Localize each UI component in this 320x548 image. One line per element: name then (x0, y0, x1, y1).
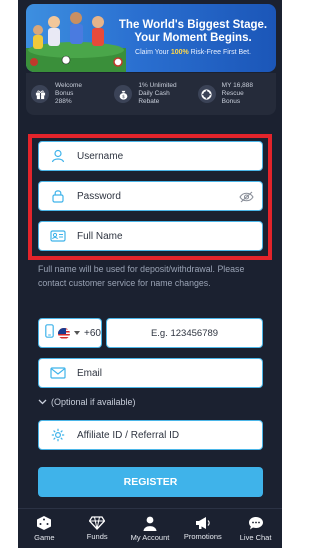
fullname-field[interactable]: Full Name (38, 221, 263, 251)
fullname-placeholder: Full Name (77, 230, 123, 242)
promo-welcome-text: Welcome Bonus 288% (55, 82, 101, 106)
username-field[interactable]: Username (38, 141, 263, 171)
nav-item-funds[interactable]: Funds (71, 509, 124, 548)
promo-welcome-line3: 288% (55, 98, 72, 105)
register-button[interactable]: REGISTER (38, 467, 263, 497)
promo-welcome-bonus[interactable]: Welcome Bonus 288% (26, 73, 109, 115)
user-icon (143, 516, 157, 531)
country-code-select[interactable]: +60 (38, 318, 102, 348)
promo-rescue-line2: Rescue (221, 90, 244, 97)
promo-rebate-text: 1% Unlimited Daily Cash Rebate (138, 82, 184, 106)
promo-rescue-bonus[interactable]: MY 16,888 Rescue Bonus (193, 73, 276, 115)
promo-rescue-text: MY 16,888 Rescue Bonus (222, 82, 268, 106)
email-placeholder: Email (77, 367, 103, 379)
email-field[interactable]: Email (38, 358, 263, 388)
promo-welcome-line1: Welcome (55, 82, 82, 89)
nav-item-promotions[interactable]: Promotions (176, 509, 229, 548)
id-card-icon (39, 230, 77, 242)
football-players-illustration (26, 12, 126, 72)
dice-icon (37, 516, 52, 530)
promo-strip: Welcome Bonus 288% $ 1% Unlimited Daily … (26, 73, 276, 115)
diamond-icon (89, 516, 106, 530)
chevron-down-icon (74, 331, 81, 335)
bottom-nav: Game Funds My Account Promotions Live Ch… (18, 508, 282, 548)
affiliate-placeholder: Affiliate ID / Referral ID (77, 429, 180, 441)
nav-label-funds: Funds (86, 532, 108, 541)
password-field[interactable]: Password (38, 181, 263, 211)
banner-subtitle-prefix: Claim Your (135, 49, 171, 56)
promo-banner[interactable]: The World's Biggest Stage. Your Moment B… (26, 4, 276, 72)
banner-subtitle-highlight: 100% (170, 49, 189, 56)
phone-input[interactable]: E.g. 123456789 (106, 318, 263, 348)
phone-icon (45, 323, 54, 343)
gear-icon (39, 428, 77, 442)
promo-rescue-line1: MY 16,888 (221, 82, 253, 89)
banner-title-line2: Your Moment Begins. (134, 32, 252, 44)
nav-label-game: Game (34, 533, 55, 542)
envelope-icon (39, 367, 77, 379)
banner-subtitle: Claim Your 100% Risk-Free First Bet. (118, 49, 268, 56)
promo-rescue-line3: Bonus (221, 98, 241, 105)
promo-welcome-line2: Bonus (55, 90, 74, 97)
chat-icon (248, 516, 263, 529)
megaphone-icon (195, 517, 210, 529)
banner-title-line1: The World's Biggest Stage. (118, 19, 268, 31)
lock-icon (39, 189, 77, 203)
optional-label: (Optional if available) (51, 397, 136, 407)
promo-rebate-line2: Daily Cash (138, 90, 170, 97)
svg-text:$: $ (122, 94, 125, 100)
nav-item-game[interactable]: Game (18, 509, 71, 548)
chevron-down-icon (38, 399, 47, 405)
promo-rebate-line1: 1% Unlimited (138, 82, 177, 89)
cash-bag-icon: $ (114, 85, 133, 103)
nav-label-my-account: My Account (130, 532, 170, 542)
username-placeholder: Username (77, 150, 124, 162)
promo-rebate-line3: Rebate (138, 98, 160, 105)
gift-icon (31, 85, 49, 103)
nav-item-my-account[interactable]: My Account (124, 509, 177, 548)
eye-slash-icon[interactable] (239, 190, 254, 208)
user-icon (39, 149, 77, 163)
optional-toggle[interactable]: (Optional if available) (38, 397, 136, 407)
fullname-note: Full name will be used for deposit/withd… (38, 264, 245, 288)
promo-cash-rebate[interactable]: $ 1% Unlimited Daily Cash Rebate (109, 73, 192, 115)
malaysia-flag-icon (58, 327, 71, 339)
lifebuoy-icon (197, 85, 216, 103)
nav-label-live-chat: Live Chat (239, 532, 272, 542)
nav-label-promotions: Promotions (183, 532, 222, 541)
banner-title: The World's Biggest Stage. Your Moment B… (118, 19, 268, 45)
country-code: +60 (84, 327, 101, 339)
banner-subtitle-suffix: Risk-Free First Bet. (188, 49, 251, 56)
password-placeholder: Password (77, 190, 121, 202)
nav-item-live-chat[interactable]: Live Chat (229, 509, 282, 548)
affiliate-field[interactable]: Affiliate ID / Referral ID (38, 420, 263, 450)
